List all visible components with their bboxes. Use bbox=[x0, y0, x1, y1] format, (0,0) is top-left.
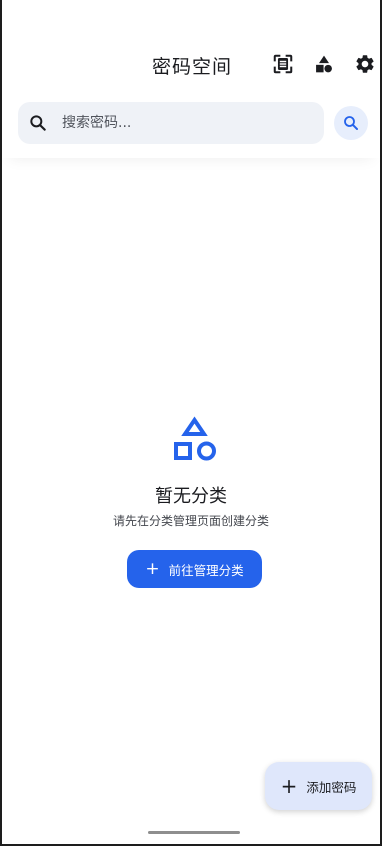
search-bar-area bbox=[2, 90, 380, 158]
settings-icon bbox=[356, 55, 374, 73]
top-app-bar: 密码空间 bbox=[2, 40, 380, 90]
search-button[interactable] bbox=[334, 106, 368, 140]
search-field[interactable] bbox=[18, 102, 324, 144]
plus-icon: + bbox=[280, 774, 298, 798]
search-icon bbox=[30, 115, 46, 131]
search-input[interactable] bbox=[62, 102, 312, 144]
page-title: 密码空间 bbox=[152, 56, 233, 78]
search-icon bbox=[344, 116, 358, 130]
empty-state-category-icon bbox=[171, 416, 219, 464]
go-to-manage-categories-label: 前往管理分类 bbox=[168, 562, 244, 578]
settings-button[interactable] bbox=[353, 52, 377, 76]
empty-state-subtitle: 请先在分类管理页面创建分类 bbox=[112, 514, 269, 528]
category-icon bbox=[174, 416, 216, 461]
category-button[interactable] bbox=[312, 52, 336, 76]
scan-button[interactable] bbox=[271, 52, 295, 76]
category-icon bbox=[316, 55, 332, 73]
add-password-fab[interactable]: + 添加密码 bbox=[265, 762, 372, 810]
app-screen: 密码空间 搜索密码... 暂无分类 请先在分类管理页面创建分类 + 前往管理分类… bbox=[0, 0, 382, 846]
go-to-manage-categories-button[interactable]: + 前往管理分类 bbox=[127, 550, 262, 588]
home-indicator[interactable] bbox=[148, 831, 240, 834]
plus-icon: + bbox=[145, 558, 160, 579]
scan-icon bbox=[273, 54, 293, 74]
add-password-label: 添加密码 bbox=[306, 779, 357, 795]
empty-state-title: 暂无分类 bbox=[155, 486, 227, 507]
